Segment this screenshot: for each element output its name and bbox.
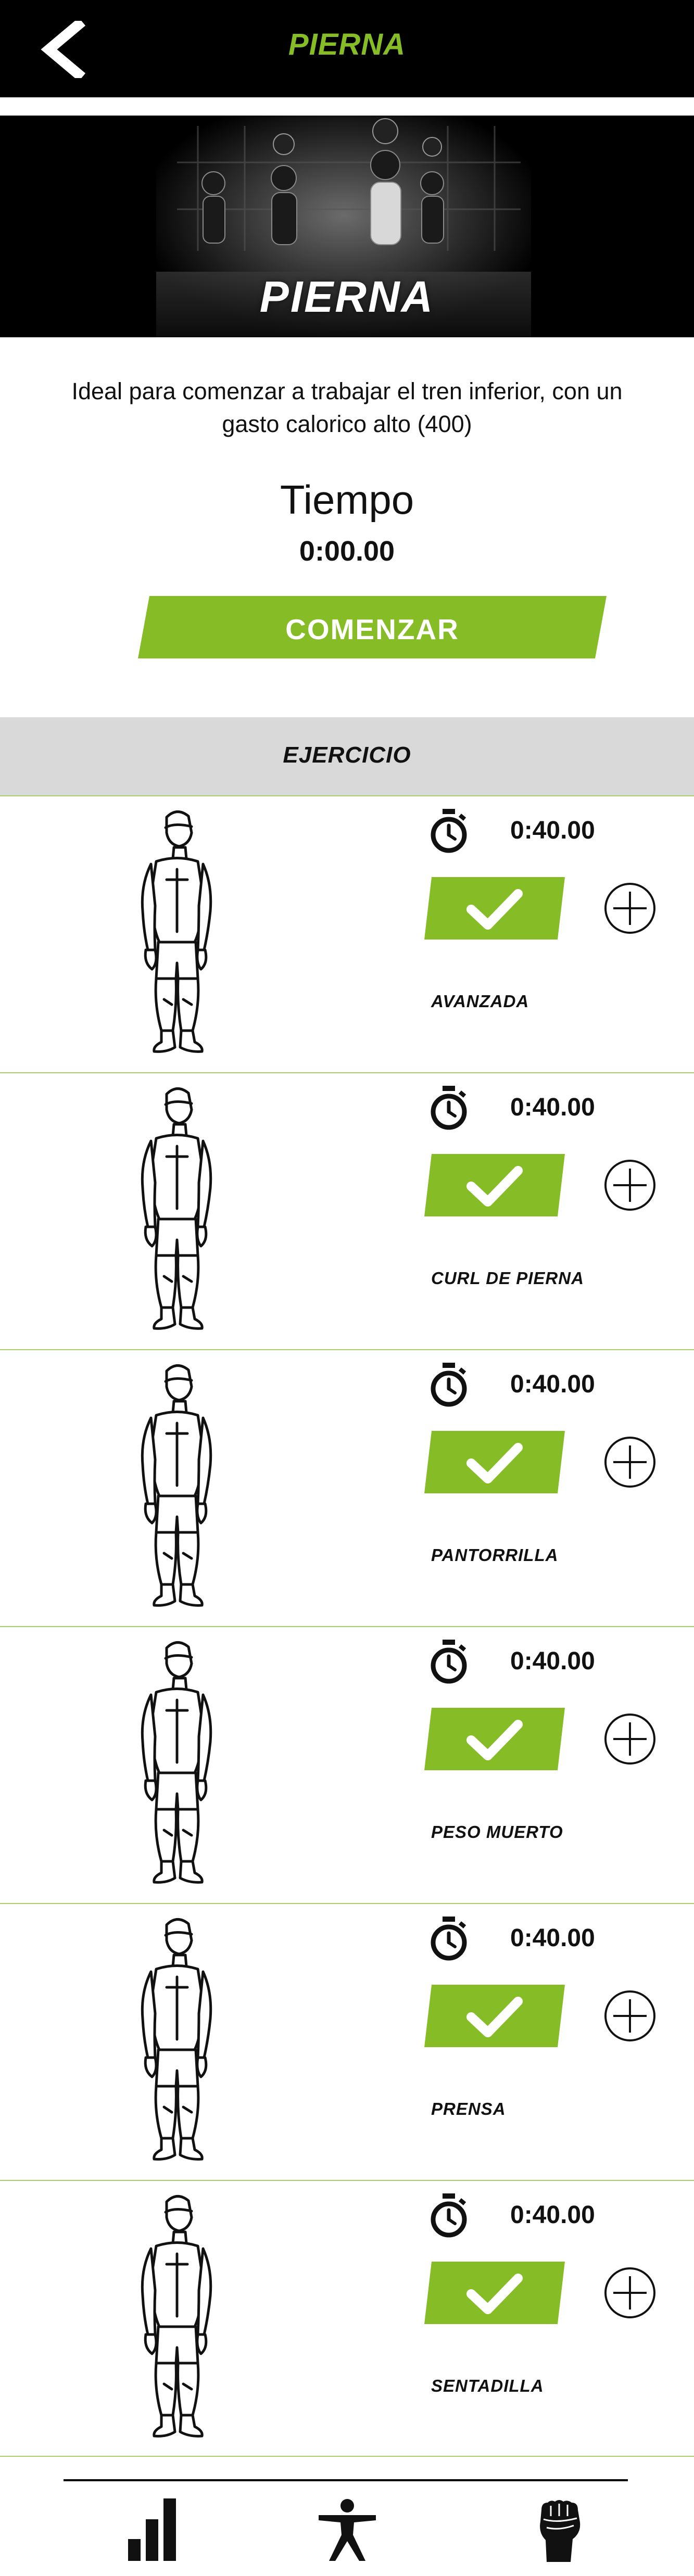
section-header: EJERCICIO	[0, 717, 694, 795]
exercise-row-2[interactable]: 0:40.00 CURL DE PIERNA	[0, 1072, 694, 1349]
body-figure-icon	[319, 2499, 376, 2561]
exercise-name: PANTORRILLA	[431, 1545, 559, 1565]
add-button[interactable]	[603, 1158, 657, 1212]
page-title: PIERNA	[288, 28, 406, 61]
exercise-row-6[interactable]: 0:40.00 SENTADILLA	[0, 2180, 694, 2457]
hero-title: PIERNA	[259, 272, 435, 321]
start-button-label: COMENZAR	[285, 613, 459, 645]
exercise-name: AVANZADA	[431, 992, 529, 1011]
complete-button[interactable]	[424, 2262, 565, 2324]
add-button[interactable]	[603, 2266, 657, 2320]
exercise-name: SENTADILLA	[431, 2376, 544, 2395]
complete-button[interactable]	[424, 1985, 565, 2047]
athlete-figure-icon	[141, 1918, 212, 2161]
exercise-time: 0:40.00	[510, 1094, 595, 1121]
stopwatch-icon	[431, 1363, 467, 1407]
exercise-row-1[interactable]: 0:40.00 AVANZADA	[0, 795, 694, 1072]
athlete-figure-icon	[141, 1641, 212, 1884]
athlete-figure-icon	[141, 1087, 212, 1330]
athlete-figure-icon	[141, 2195, 212, 2438]
exercise-time: 0:40.00	[510, 1924, 595, 1952]
athlete-figure-icon	[141, 1364, 212, 1607]
exercise-time: 0:40.00	[510, 817, 595, 844]
bottom-nav-divider	[64, 2479, 628, 2481]
stopwatch-icon	[431, 2193, 467, 2238]
complete-button[interactable]	[424, 1708, 565, 1770]
exercise-time: 0:40.00	[510, 2201, 595, 2229]
complete-button[interactable]	[424, 1154, 565, 1216]
top-bar: PIERNA	[0, 0, 694, 97]
exercise-time: 0:40.00	[510, 1371, 595, 1398]
start-button[interactable]: COMENZAR	[138, 596, 607, 658]
exercise-row-3[interactable]: 0:40.00 PANTORRILLA	[0, 1349, 694, 1626]
time-label: Tiempo	[280, 477, 414, 523]
hero-banner: PIERNA	[0, 116, 694, 337]
exercise-name: CURL DE PIERNA	[431, 1268, 584, 1288]
workout-description: Ideal para comenzar a trabajar el tren i…	[71, 378, 623, 437]
exercise-list: 0:40.00 AVANZADA 0:40.00 CURL DE PIERNA …	[0, 795, 694, 2457]
exercise-row-4[interactable]: 0:40.00 PESO MUERTO	[0, 1626, 694, 1903]
exercise-time: 0:40.00	[510, 1647, 595, 1675]
add-button[interactable]	[603, 1989, 657, 2043]
complete-button[interactable]	[424, 877, 565, 940]
time-value: 0:00.00	[299, 536, 395, 567]
exercise-row-5[interactable]: 0:40.00 PRENSA	[0, 1903, 694, 2180]
nav-exercise-button[interactable]	[319, 2498, 376, 2564]
stopwatch-icon	[431, 1917, 467, 1961]
athlete-figure-icon	[141, 810, 212, 1053]
stopwatch-icon	[431, 1640, 467, 1684]
exercise-name: PESO MUERTO	[431, 1822, 563, 1842]
add-button[interactable]	[603, 1435, 657, 1489]
add-button[interactable]	[603, 1712, 657, 1766]
nav-stats-button[interactable]	[128, 2498, 178, 2564]
raised-fist-icon	[540, 2500, 581, 2562]
add-button[interactable]	[603, 881, 657, 935]
stopwatch-icon	[431, 1086, 467, 1130]
complete-button[interactable]	[424, 1431, 565, 1493]
stats-bars-icon	[128, 2498, 176, 2561]
nav-workouts-button[interactable]	[536, 2498, 583, 2565]
exercise-name: PRENSA	[431, 2099, 506, 2118]
stopwatch-icon	[431, 809, 467, 853]
section-label: EJERCICIO	[283, 742, 411, 768]
